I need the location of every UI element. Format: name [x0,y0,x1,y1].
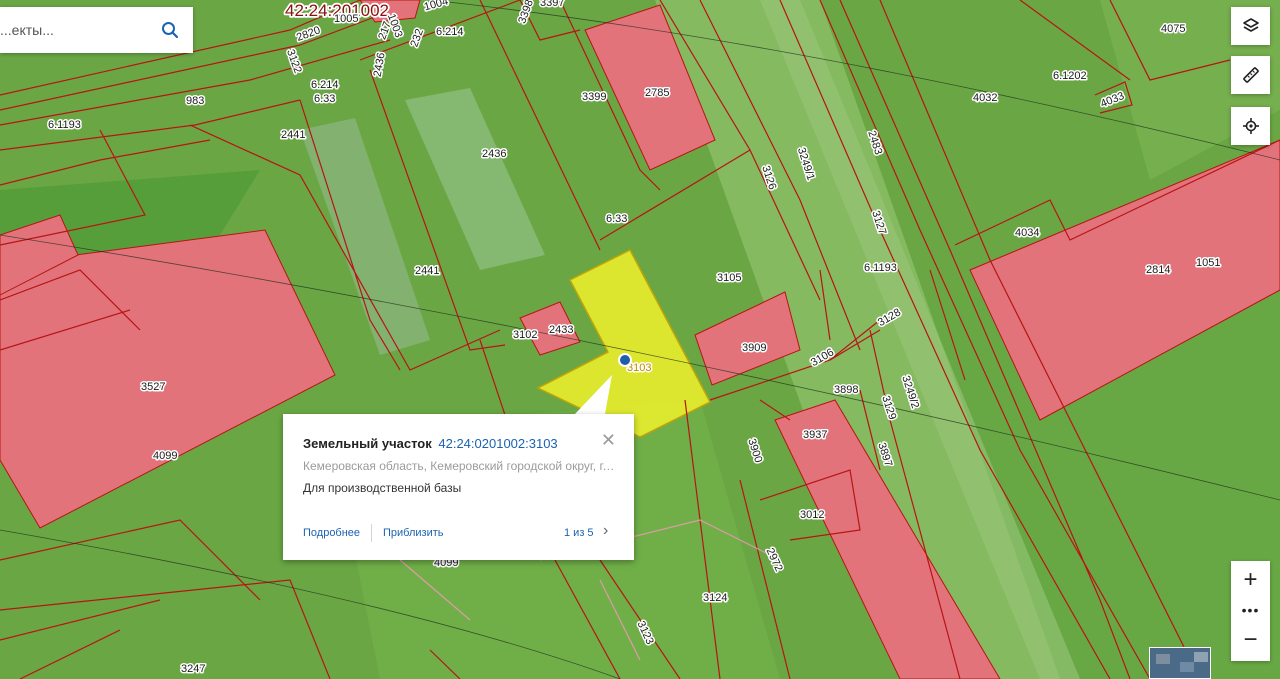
popup-title: Земельный участок 42:24:0201002:3103 [303,436,558,451]
parcel-label: 2785 [645,87,669,99]
basemap-toggle[interactable] [1149,647,1211,679]
parcel-label: 2433 [549,324,573,336]
parcel-label: 2814 [1146,264,1170,276]
zone-label: 6.214 [311,79,339,91]
locate-button[interactable] [1231,107,1270,145]
layers-button[interactable] [1231,7,1270,45]
search-box [0,7,193,53]
location-marker[interactable] [618,353,632,367]
parcel-label: 3527 [141,381,165,393]
parcel-label: 2441 [281,129,305,141]
popup-object-type: Земельный участок [303,436,432,451]
chevron-right-icon[interactable]: › [603,523,608,539]
parcel-label: 3124 [703,592,727,604]
zone-label: 6.33 [314,93,335,105]
popup-address: Кемеровская область, Кемеровский городск… [303,459,617,473]
link-divider [371,524,372,542]
more-details-link[interactable]: Подробнее [303,527,360,539]
zone-label: 6.1193 [48,119,81,131]
zone-label: 6.33 [606,213,627,225]
zoom-in-button[interactable]: + [1231,561,1270,599]
parcel-label: 3937 [803,429,827,441]
parcel-label: 4075 [1161,23,1185,35]
zone-label: 6.1193 [864,262,897,274]
parcel-label: 2441 [415,265,439,277]
search-button[interactable] [150,7,190,53]
parcel-label: 3399 [582,91,606,103]
parcel-label: 3898 [834,384,858,396]
parcel-label: 3012 [800,509,824,521]
search-input[interactable] [0,22,150,38]
more-button[interactable]: ••• [1231,599,1270,621]
parcel-label: 4034 [1015,227,1039,239]
search-icon [162,22,179,39]
ruler-button[interactable] [1231,56,1270,94]
zoom-to-link[interactable]: Приблизить [383,527,444,539]
parcel-label: 3105 [717,272,741,284]
parcel-label: 4099 [153,450,177,462]
parcel-label: 1051 [1196,257,1220,269]
parcel-label: 2436 [482,148,506,160]
crosshair-icon [1242,118,1259,134]
zoom-control: + ••• − [1231,561,1270,661]
parcel-label: 1005 [334,13,358,25]
zoom-out-button[interactable]: − [1231,621,1270,659]
parcel-label: 983 [186,95,204,107]
parcel-label: 3102 [513,329,537,341]
zone-label: 6.1202 [1053,70,1087,82]
layers-icon [1242,18,1259,32]
zone-label: 6.214 [436,26,464,38]
close-icon[interactable]: ✕ [601,431,616,449]
parcel-label: 3247 [181,663,205,675]
parcel-info-popup: Земельный участок 42:24:0201002:3103 ✕ К… [283,414,634,560]
cadastral-map[interactable]: 42:24:201002 2436 2441 2441 3102 2433 35… [0,0,1280,679]
popup-pager: 1 из 5 [564,527,594,539]
cadastral-number[interactable]: 42:24:0201002:3103 [438,436,557,451]
parcel-label: 3909 [742,342,766,354]
parcel-label: 4032 [973,92,997,104]
ruler-icon [1242,67,1259,83]
parcel-label: 3397 [540,0,564,9]
popup-permitted-use: Для производственной базы [303,481,462,495]
